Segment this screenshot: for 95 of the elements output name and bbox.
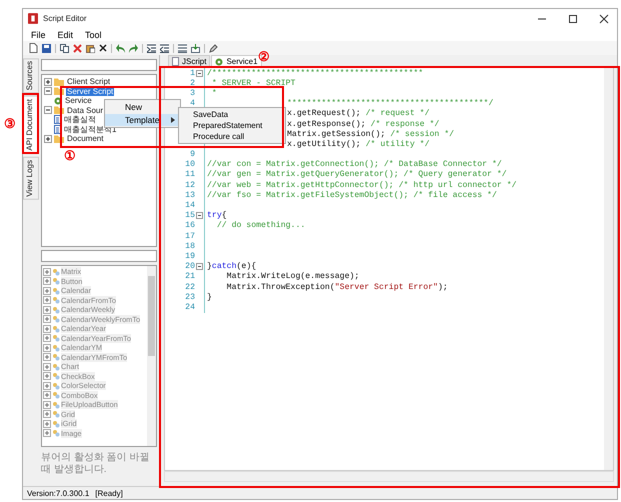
code-line: //var fso = Matrix.getFileSystemObject(); /* file access */ — [207, 190, 497, 200]
collapse-icon[interactable] — [196, 212, 203, 220]
undo-icon[interactable] — [116, 44, 125, 52]
gear-icon — [215, 58, 224, 66]
line-number: 12 — [184, 180, 195, 190]
tree-item[interactable]: Client Script — [66, 77, 112, 86]
save-icon[interactable] — [42, 44, 51, 52]
line-number: 9 — [189, 150, 195, 160]
tree-item[interactable]: Service — [64, 96, 93, 106]
line-number: 22 — [184, 282, 195, 292]
description-text: 뷰어의 활성화 폼이 바뀔때 발생합니다. — [41, 451, 150, 477]
menu-item[interactable]: SaveData — [179, 109, 285, 120]
list-icon[interactable] — [178, 44, 187, 52]
code-line: Matrix.WriteLog(e.message); — [226, 272, 360, 282]
code-line: * SERVER - SCRIPT — [210, 78, 296, 88]
editor-tab[interactable]: JScript — [168, 55, 210, 67]
indent-icon[interactable] — [147, 44, 156, 52]
side-tab[interactable]: View Logs — [23, 156, 39, 200]
redo-icon[interactable] — [129, 44, 138, 52]
paste-icon[interactable] — [86, 44, 95, 52]
line-number: 14 — [184, 201, 195, 210]
folder-icon — [54, 106, 64, 114]
annotation-number: ③ — [4, 117, 16, 131]
line-number: 19 — [184, 252, 195, 261]
code-line: * — [210, 88, 217, 98]
side-tab[interactable]: Sources — [23, 58, 39, 94]
scrollbar[interactable] — [147, 266, 156, 446]
status-text: [Ready] — [95, 488, 123, 498]
code-line: } — [207, 292, 212, 302]
code-line: *****************************************/ — [287, 99, 494, 108]
vertical-scrollbar[interactable] — [604, 68, 613, 470]
window-title: Script Editor — [43, 14, 87, 23]
expand-icon[interactable] — [44, 134, 52, 143]
tree-item[interactable]: Data Sour — [66, 106, 104, 115]
line-number: 20 — [184, 262, 195, 272]
code-line: // do something... — [216, 221, 306, 230]
document-icon — [172, 57, 179, 66]
line-number: 16 — [184, 221, 195, 230]
annotation-box — [22, 93, 39, 154]
horizontal-scrollbar[interactable] — [164, 471, 614, 482]
expand-icon[interactable] — [44, 78, 52, 86]
delete-icon[interactable] — [99, 44, 107, 52]
code-line: }catch(e){ — [207, 262, 256, 272]
close-icon[interactable] — [599, 14, 609, 24]
code-line: //var con = Matrix.getConnection(); /* DataBase Connector */ — [207, 160, 502, 170]
collapse-icon[interactable] — [196, 70, 203, 77]
app-icon — [28, 13, 38, 24]
line-number: 10 — [184, 160, 195, 170]
line-number: 21 — [184, 272, 195, 282]
import-icon[interactable] — [191, 44, 200, 52]
folder-icon — [54, 134, 64, 143]
menu-item[interactable]: Template — [105, 114, 180, 126]
new-file-icon[interactable] — [29, 43, 38, 53]
code-line: //var web = Matrix.getHttpConnector(); /* http url connector */ — [207, 180, 517, 190]
menu-item[interactable]: New — [105, 101, 180, 114]
line-number: 15 — [184, 211, 195, 220]
copy-icon[interactable] — [60, 44, 69, 52]
menu-item[interactable]: Procedure call — [179, 131, 285, 142]
line-number: 17 — [184, 232, 195, 241]
line-number: 24 — [184, 302, 195, 312]
code-line: Matrix.ThrowException("Server Script Error"); — [226, 282, 448, 292]
code-line: try{ — [207, 211, 227, 220]
menu-item[interactable]: File — [31, 30, 46, 40]
line-number: 2 — [189, 78, 195, 88]
maximize-icon[interactable] — [568, 14, 578, 24]
pencil-icon[interactable] — [209, 44, 218, 52]
tree-item[interactable]: 매출실적분석1 — [63, 124, 118, 134]
line-number: 11 — [184, 170, 195, 180]
tree-item[interactable]: 매출실적 — [63, 115, 97, 124]
collapse-icon[interactable] — [44, 106, 52, 114]
code-line: x.getResponse(); /* response */ — [287, 120, 440, 129]
code-line: //var gen = Matrix.getQueryGenerator(); /* Query generator */ — [207, 170, 507, 180]
tree-item[interactable]: Document — [66, 134, 104, 144]
line-number: 18 — [184, 242, 195, 251]
version-text: Version:7.0.300.1 — [27, 488, 90, 498]
annotation-number: ① — [64, 149, 76, 163]
outdent-icon[interactable] — [160, 44, 169, 52]
collapse-icon[interactable] — [44, 87, 52, 96]
code-line: x.getRequest(); /* request */ — [287, 109, 430, 118]
code-line: x.getUtility(); /* utility */ — [287, 140, 430, 149]
menu-item[interactable]: Tool — [85, 30, 102, 40]
search-field[interactable] — [41, 59, 157, 71]
code-line: Matrix.getSession(); /* session */ — [287, 130, 454, 139]
menu-item[interactable]: PreparedStatement — [179, 120, 285, 131]
cut-icon[interactable] — [73, 44, 82, 52]
collapse-icon[interactable] — [196, 263, 203, 270]
line-number: 1 — [189, 68, 195, 78]
line-number: 23 — [184, 292, 195, 302]
gear-icon — [54, 96, 62, 105]
line-number: 13 — [184, 190, 195, 200]
filter-field[interactable] — [41, 250, 157, 262]
line-number: 4 — [189, 99, 195, 108]
line-number: 3 — [189, 88, 195, 98]
menu-item[interactable]: Edit — [58, 30, 74, 40]
code-line: /******************************************* — [207, 68, 424, 78]
